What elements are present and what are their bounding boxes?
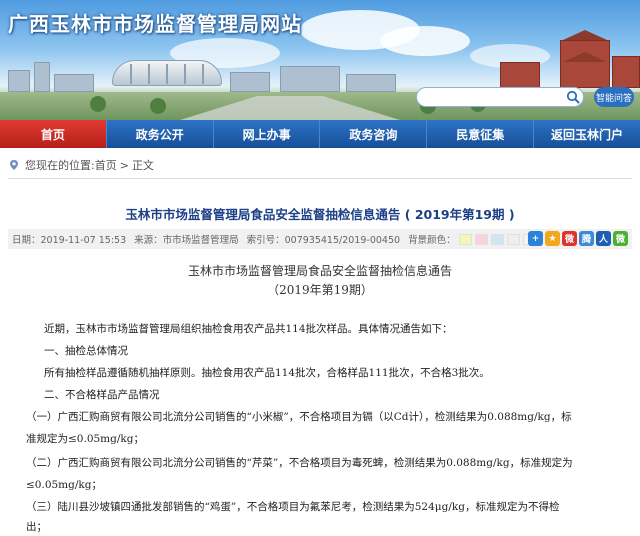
paragraph-intro: 近期，玉林市市场监督管理局组织抽检食用农产品共114批次样品。具体情况通告如下： [44, 323, 453, 335]
banner-building [8, 70, 30, 92]
banner-building [612, 56, 640, 88]
document-heading: 玉林市市场监督管理局食品安全监督抽检信息通告 （2019年第19期） [0, 262, 640, 300]
main-nav: 首页 政务公开 网上办事 政务咨询 民意征集 返回玉林门户 [0, 120, 640, 148]
breadcrumb-divider [8, 178, 632, 179]
stadium-rib [202, 64, 204, 84]
breadcrumb-current: 正文 [131, 159, 154, 172]
document-heading-line1: 玉林市市场监督管理局食品安全监督抽检信息通告 [187, 264, 452, 278]
stadium-rib [184, 64, 186, 84]
bg-color-grey-swatch[interactable] [506, 233, 520, 245]
plus-share-icon[interactable]: + [528, 231, 543, 246]
banner-building [230, 72, 270, 92]
bg-color-yellow-swatch[interactable] [458, 233, 472, 245]
paragraph-item-1-line2: 准规定为≤0.05mg/kg； [26, 433, 144, 445]
site-title: 广西玉林市市场监督管理局网站 [8, 12, 302, 36]
article-title: 玉林市市场监督管理局食品安全监督抽检信息通告 ( 2019年第19期 ) [125, 207, 515, 222]
share-toolbar: + ★ 微 腾 人 微 [528, 231, 628, 246]
nav-item-online-services[interactable]: 网上办事 [212, 120, 320, 148]
bg-color-pink-swatch[interactable] [474, 233, 488, 245]
banner-building [34, 62, 50, 92]
document-heading-line2: （2019年第19期） [267, 283, 373, 297]
stadium-rib [130, 64, 132, 84]
article-date: 日期：2019-11-07 15:53 [12, 235, 127, 246]
paragraph-item-2-line1: （二）广西汇购商贸有限公司北流分公司销售的“芹菜”，不合格项目为毒死蜱，检测结果… [26, 457, 573, 469]
paragraph-section-1-body: 所有抽检样品遵循随机抽样原则。抽检食用农产品114批次，合格样品111批次，不合… [44, 367, 490, 379]
article-source: 来源：市市场监督管理局 [134, 235, 239, 246]
banner-building [500, 62, 540, 88]
paragraph-item-2-line2: ≤0.05mg/kg； [26, 479, 102, 491]
nav-item-opinion[interactable]: 民意征集 [426, 120, 534, 148]
stadium-rib [166, 64, 168, 84]
paragraph-item-3-line2: 出； [26, 521, 47, 533]
banner-building [346, 74, 396, 92]
banner-tree [90, 96, 106, 112]
smart-qa-button[interactable]: 智能问答 [594, 87, 634, 107]
search-button[interactable] [561, 87, 585, 107]
banner-pagoda [560, 40, 610, 88]
article-index: 索引号：007935415/2019-00450 [246, 235, 401, 246]
breadcrumb-prefix: 您现在的位置: [25, 159, 95, 172]
search-input[interactable] [416, 87, 584, 107]
qzone-share-icon[interactable]: ★ [545, 231, 560, 246]
paragraph-item-1-line1: （一）广西汇购商贸有限公司北流分公司销售的“小米椒”，不合格项目为镉（以Cd计）… [26, 411, 572, 423]
banner-cloud [380, 26, 470, 56]
banner-tree [150, 98, 166, 114]
bg-color-blue-swatch[interactable] [490, 233, 504, 245]
banner-building [280, 66, 340, 92]
bg-color-label: 背景颜色： [408, 235, 456, 246]
breadcrumb-home-link[interactable]: 首页 [95, 157, 117, 173]
pagoda-roof [563, 30, 607, 40]
nav-item-return-portal[interactable]: 返回玉林门户 [533, 120, 640, 148]
nav-item-home[interactable]: 首页 [0, 120, 106, 148]
banner-building [54, 74, 94, 92]
search-icon [566, 90, 580, 104]
breadcrumb-separator: > [119, 158, 129, 172]
pagoda-roof [563, 52, 607, 62]
renren-share-icon[interactable]: 人 [596, 231, 611, 246]
paragraph-section-1-heading: 一、抽检总体情况 [44, 345, 128, 357]
location-icon [10, 160, 18, 170]
stadium-rib [148, 64, 150, 84]
tencent-weibo-share-icon[interactable]: 腾 [579, 231, 594, 246]
breadcrumb: 您现在的位置: 首页 > 正文 [8, 156, 154, 174]
wechat-share-icon[interactable]: 微 [613, 231, 628, 246]
nav-item-consultation[interactable]: 政务咨询 [319, 120, 427, 148]
weibo-share-icon[interactable]: 微 [562, 231, 577, 246]
paragraph-item-3-line1: （三）陆川县沙坡镇四通批发部销售的“鸡蛋”，不合格项目为氟苯尼考，检测结果为52… [26, 501, 560, 513]
paragraph-section-2-heading: 二、不合格样品产品情况 [44, 389, 160, 401]
nav-item-gov-affairs[interactable]: 政务公开 [105, 120, 213, 148]
